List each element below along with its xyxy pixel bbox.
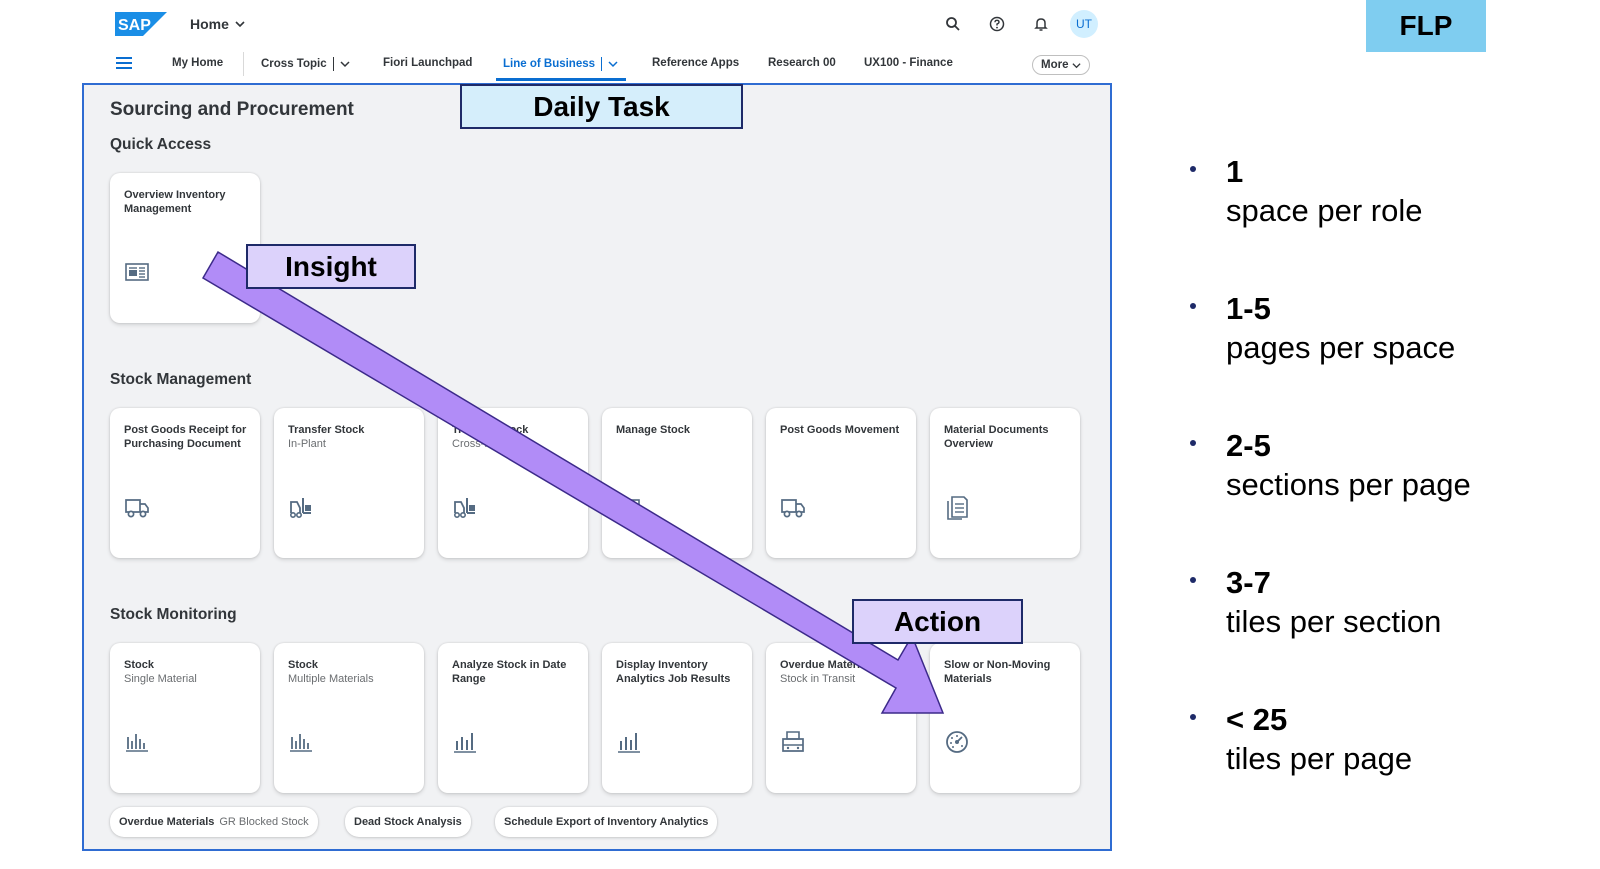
tile-transfer-stock-in-plant[interactable]: Transfer Stock In-Plant — [274, 408, 424, 558]
chevron-down-icon — [235, 21, 245, 28]
more-button[interactable]: More — [1032, 55, 1091, 75]
chevron-down-icon — [1072, 62, 1082, 68]
home-dropdown[interactable]: Home — [190, 16, 245, 32]
user-avatar[interactable]: UT — [1070, 10, 1098, 38]
bullet-icon — [1190, 577, 1196, 583]
tile-display-inventory-analytics-job-results[interactable]: Display Inventory Analytics Job Results — [602, 643, 752, 793]
forklift-icon — [289, 498, 311, 518]
stat-label: tiles per section — [1226, 604, 1442, 639]
stat-value: 1-5 — [1226, 291, 1271, 326]
bullet-icon — [1190, 714, 1196, 720]
section-title-quick-access: Quick Access — [110, 136, 212, 153]
bullet-icon — [1190, 440, 1196, 446]
documents-icon — [947, 496, 968, 520]
column-chart-icon — [454, 733, 476, 753]
launchpad-page: Sourcing and Procurement Quick Access Ov… — [82, 83, 1112, 851]
stat-value: 3-7 — [1226, 565, 1271, 600]
link-tile-title: Schedule Export of Inventory Analytics — [504, 816, 709, 828]
bar-chart-icon — [290, 734, 312, 752]
tile-overdue-materials-stock-in-transit[interactable]: Overdue Materials Stock in Transit — [766, 643, 916, 793]
link-tile-overdue-materials-gr-blocked[interactable]: Overdue Materials GR Blocked Stock — [110, 807, 318, 837]
tile-title: Post Goods Receipt for Purchasing Docume… — [124, 424, 247, 450]
search-icon[interactable] — [938, 10, 968, 38]
home-label: Home — [190, 16, 229, 32]
stat-value: 2-5 — [1226, 428, 1271, 463]
stat-label: pages per space — [1226, 330, 1456, 365]
stat-value: 1 — [1226, 154, 1244, 189]
daily-task-label: Daily Task — [460, 84, 743, 129]
section-title-stock-monitoring: Stock Monitoring — [110, 606, 237, 623]
tile-post-goods-movement[interactable]: Post Goods Movement — [766, 408, 916, 558]
tile-title: Stock — [124, 659, 154, 671]
tile-stock-single-material[interactable]: Stock Single Material — [110, 643, 260, 793]
link-tile-subtitle: GR Blocked Stock — [219, 816, 309, 828]
document-icon — [125, 263, 149, 281]
nav-item-cross-topic[interactable]: Cross Topic — [261, 57, 350, 71]
shell-header: SAP Home UT My Home Cross Topic Fiori La… — [83, 0, 1112, 84]
tile-title: Transfer Stock — [288, 424, 365, 436]
tile-slow-or-non-moving-materials[interactable]: Slow or Non-Moving Materials — [930, 643, 1080, 793]
nav-item-line-of-business[interactable]: Line of Business — [503, 57, 618, 71]
sap-logo[interactable]: SAP — [115, 12, 167, 36]
tile-title: Transfer Stock — [452, 424, 529, 436]
active-tab-indicator — [496, 78, 626, 81]
sap-logo-text: SAP — [118, 17, 151, 34]
flp-badge: FLP — [1366, 0, 1486, 52]
action-label: Action — [852, 599, 1023, 644]
tile-title: Post Goods Movement — [780, 424, 900, 436]
tile-transfer-stock-cross-plant[interactable]: Transfer Stock Cross-Plant — [438, 408, 588, 558]
space-navigation-bar: My Home Cross Topic Fiori Launchpad Line… — [83, 48, 1112, 82]
tile-subtitle: Cross-Plant — [452, 438, 510, 450]
truck-icon — [781, 499, 805, 518]
nav-item-reference-apps[interactable]: Reference Apps — [652, 57, 739, 69]
tile-title: Slow or Non-Moving Materials — [944, 659, 1051, 685]
nav-item-fiori-launchpad[interactable]: Fiori Launchpad — [383, 57, 472, 69]
link-tile-title: Dead Stock Analysis — [354, 816, 462, 828]
help-icon[interactable] — [982, 10, 1012, 38]
menu-icon[interactable] — [116, 57, 132, 71]
stat-label: space per role — [1226, 193, 1423, 228]
bullet-icon — [1190, 166, 1196, 172]
tile-stock-multiple-materials[interactable]: Stock Multiple Materials — [274, 643, 424, 793]
bar-chart-icon — [126, 734, 148, 752]
gauge-icon — [946, 731, 968, 753]
truck-icon — [125, 499, 149, 518]
stock-icon — [618, 499, 640, 515]
tile-material-documents-overview[interactable]: Material Documents Overview — [930, 408, 1080, 558]
tile-subtitle: Single Material — [124, 673, 197, 685]
notification-icon[interactable] — [1026, 10, 1056, 38]
tile-title: Overdue Materials — [780, 659, 876, 671]
link-tile-dead-stock-analysis[interactable]: Dead Stock Analysis — [345, 807, 471, 837]
tile-analyze-stock-in-date-range[interactable]: Analyze Stock in Date Range — [438, 643, 588, 793]
tile-subtitle: In-Plant — [288, 438, 326, 450]
tile-title: Analyze Stock in Date Range — [452, 659, 567, 685]
tile-title: Stock — [288, 659, 318, 671]
chevron-down-icon — [608, 61, 618, 68]
bullet-icon — [1190, 303, 1196, 309]
page-title: Sourcing and Procurement — [110, 99, 354, 120]
tile-title: Material Documents Overview — [944, 424, 1049, 450]
tile-title: Manage Stock — [616, 424, 690, 436]
stat-value: < 25 — [1226, 702, 1288, 737]
nav-item-my-home[interactable]: My Home — [172, 57, 223, 69]
tile-title: Display Inventory Analytics Job Results — [616, 659, 731, 685]
tile-overview-inventory-management[interactable]: Overview Inventory Management — [110, 173, 260, 323]
nav-item-research-00[interactable]: Research 00 — [768, 57, 836, 69]
insight-label: Insight — [246, 244, 416, 289]
stat-label: sections per page — [1226, 467, 1471, 502]
forklift-icon — [453, 498, 475, 518]
section-title-stock-management: Stock Management — [110, 371, 252, 388]
tile-subtitle: Stock in Transit — [780, 673, 856, 685]
stat-label: tiles per page — [1226, 741, 1413, 776]
link-tile-schedule-export-inventory-analytics[interactable]: Schedule Export of Inventory Analytics — [495, 807, 718, 837]
column-chart-icon — [618, 733, 640, 753]
tile-subtitle: Multiple Materials — [288, 673, 374, 685]
tile-post-goods-receipt[interactable]: Post Goods Receipt for Purchasing Docume… — [110, 408, 260, 558]
nav-item-ux100-finance[interactable]: UX100 - Finance — [864, 57, 953, 69]
shipping-icon — [782, 731, 804, 752]
link-tile-title: Overdue Materials — [119, 816, 215, 828]
chevron-down-icon — [340, 61, 350, 68]
tile-manage-stock[interactable]: Manage Stock — [602, 408, 752, 558]
tile-title: Overview Inventory Management — [124, 189, 226, 215]
